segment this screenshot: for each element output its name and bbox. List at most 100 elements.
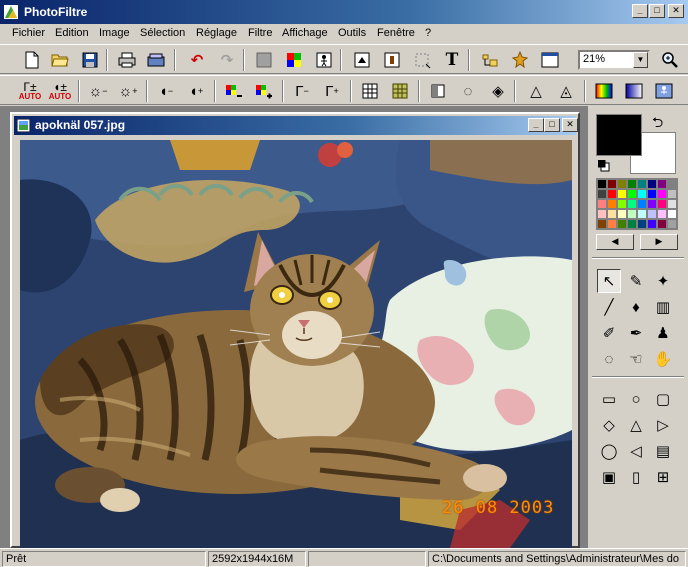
explorer-icon[interactable] — [478, 48, 502, 72]
palette-swatch[interactable] — [617, 199, 627, 209]
menu-help[interactable]: ? — [425, 27, 431, 39]
undo-icon[interactable]: ↶ — [185, 48, 209, 72]
palette-swatch[interactable] — [607, 209, 617, 219]
triangle-icon[interactable]: △ — [624, 413, 648, 437]
triangle-right-icon[interactable]: ▷ — [651, 413, 675, 437]
saturation-plus-icon[interactable] — [252, 79, 276, 103]
image-size-icon[interactable] — [350, 48, 374, 72]
select-arrow-icon[interactable]: ↖ — [597, 269, 621, 293]
palette-swatch[interactable] — [607, 179, 617, 189]
palette-swatch[interactable] — [657, 199, 667, 209]
palette-swatch[interactable] — [647, 219, 657, 229]
palette-swatch[interactable] — [597, 219, 607, 229]
doc-maximize-button[interactable]: □ — [544, 118, 560, 132]
minimize-button[interactable]: _ — [632, 4, 648, 18]
palette-swatch[interactable] — [647, 179, 657, 189]
maximize-button[interactable]: □ — [649, 4, 665, 18]
ellipse-icon[interactable]: ○ — [624, 387, 648, 411]
save-icon[interactable] — [78, 48, 102, 72]
palette-swatch[interactable] — [647, 209, 657, 219]
foreground-color-swatch[interactable] — [596, 114, 642, 156]
grid-color-icon[interactable] — [388, 79, 412, 103]
new-icon[interactable] — [20, 48, 44, 72]
doc-minimize-button[interactable]: _ — [528, 118, 544, 132]
drop-double-icon[interactable]: ◈ — [486, 79, 510, 103]
palette-swatch[interactable] — [657, 219, 667, 229]
palette-swatch[interactable] — [597, 179, 607, 189]
menu-image[interactable]: Image — [99, 27, 130, 39]
menu-affichage[interactable]: Affichage — [282, 27, 328, 39]
menu-edition[interactable]: Edition — [55, 27, 89, 39]
palette-swatch[interactable] — [657, 209, 667, 219]
palette-swatch[interactable] — [667, 219, 677, 229]
plugin-icon[interactable] — [508, 48, 532, 72]
magic-wand-icon[interactable]: ✦ — [651, 269, 675, 293]
contrast-auto-icon[interactable]: ◖± AUTO — [48, 79, 72, 103]
palette-swatch[interactable] — [637, 179, 647, 189]
contrast-minus-icon[interactable]: ◖ − — [154, 79, 178, 103]
sharpen-icon[interactable]: △ — [524, 79, 548, 103]
redo-icon[interactable]: ↷ — [215, 48, 239, 72]
gamma-minus-icon[interactable]: Γ − — [290, 79, 314, 103]
rounded-rect-icon[interactable]: ▢ — [651, 387, 675, 411]
palette-swatch[interactable] — [607, 219, 617, 229]
advanced-brush-icon[interactable]: ✒ — [624, 321, 648, 345]
swap-colors-icon[interactable]: ⮌ — [652, 112, 663, 136]
diamond-icon[interactable]: ◇ — [597, 413, 621, 437]
fill-gray-icon[interactable] — [252, 48, 276, 72]
brightness-auto-icon[interactable]: Γ± AUTO — [18, 79, 42, 103]
document-title-bar[interactable]: apoknäl 057.jpg _ □ ✕ — [14, 116, 578, 135]
palette-swatch[interactable] — [667, 189, 677, 199]
palette-next-button[interactable]: ▶ — [640, 234, 678, 250]
sharpen-double-icon[interactable]: ◬ — [554, 79, 578, 103]
grid-icon[interactable] — [358, 79, 382, 103]
palette-swatch[interactable] — [597, 189, 607, 199]
palette-swatch[interactable] — [617, 189, 627, 199]
palette-swatch[interactable] — [597, 199, 607, 209]
palette-swatch[interactable] — [627, 199, 637, 209]
eyedropper-icon[interactable]: ✎ — [624, 269, 648, 293]
palette-swatch[interactable] — [637, 209, 647, 219]
rectangle-icon[interactable]: ▭ — [597, 387, 621, 411]
color-palette[interactable] — [596, 178, 678, 230]
reset-colors-icon[interactable] — [598, 160, 610, 172]
palette-swatch[interactable] — [637, 219, 647, 229]
palette-swatch[interactable] — [647, 189, 657, 199]
palette-swatch[interactable] — [637, 199, 647, 209]
brush-icon[interactable]: ✐ — [597, 321, 621, 345]
zoom-select[interactable]: 21% ▼ — [578, 50, 650, 70]
menu-reglage[interactable]: Réglage — [196, 27, 237, 39]
palette-swatch[interactable] — [637, 189, 647, 199]
palette-swatch[interactable] — [617, 209, 627, 219]
palette-swatch[interactable] — [627, 179, 637, 189]
soften-icon[interactable] — [426, 79, 450, 103]
palette-prev-button[interactable]: ◀ — [596, 234, 634, 250]
open-folder-icon[interactable]: ▤ — [651, 439, 675, 463]
color-palette-icon[interactable] — [282, 48, 306, 72]
menu-selection[interactable]: Sélection — [140, 27, 185, 39]
image-canvas[interactable]: 26 08 2003 — [20, 140, 572, 548]
menu-fichier[interactable]: Fichier — [12, 27, 45, 39]
palette-swatch[interactable] — [617, 179, 627, 189]
drop-icon[interactable]: ◌ — [456, 79, 480, 103]
gamma-plus-icon[interactable]: Γ + — [320, 79, 344, 103]
palette-swatch[interactable] — [627, 189, 637, 199]
brightness-minus-icon[interactable]: ☼ − — [86, 79, 110, 103]
palette-swatch[interactable] — [667, 209, 677, 219]
print-icon[interactable] — [115, 48, 139, 72]
gradient-icon[interactable] — [592, 79, 616, 103]
crop-selection-icon[interactable] — [410, 48, 434, 72]
doc-close-button[interactable]: ✕ — [562, 118, 578, 132]
saturation-minus-icon[interactable] — [222, 79, 246, 103]
close-button[interactable]: ✕ — [668, 4, 684, 18]
brightness-plus-icon[interactable]: ☼ + — [116, 79, 140, 103]
palette-swatch[interactable] — [617, 219, 627, 229]
line-icon[interactable]: ╱ — [597, 295, 621, 319]
flip-figure-icon[interactable] — [312, 48, 336, 72]
lasso-icon[interactable]: ◯ — [597, 439, 621, 463]
menu-fenetre[interactable]: Fenêtre — [377, 27, 415, 39]
ratio-icon[interactable]: ⊞ — [651, 465, 675, 489]
color-fade-icon[interactable] — [622, 79, 646, 103]
palette-swatch[interactable] — [667, 179, 677, 189]
palette-swatch[interactable] — [657, 179, 667, 189]
